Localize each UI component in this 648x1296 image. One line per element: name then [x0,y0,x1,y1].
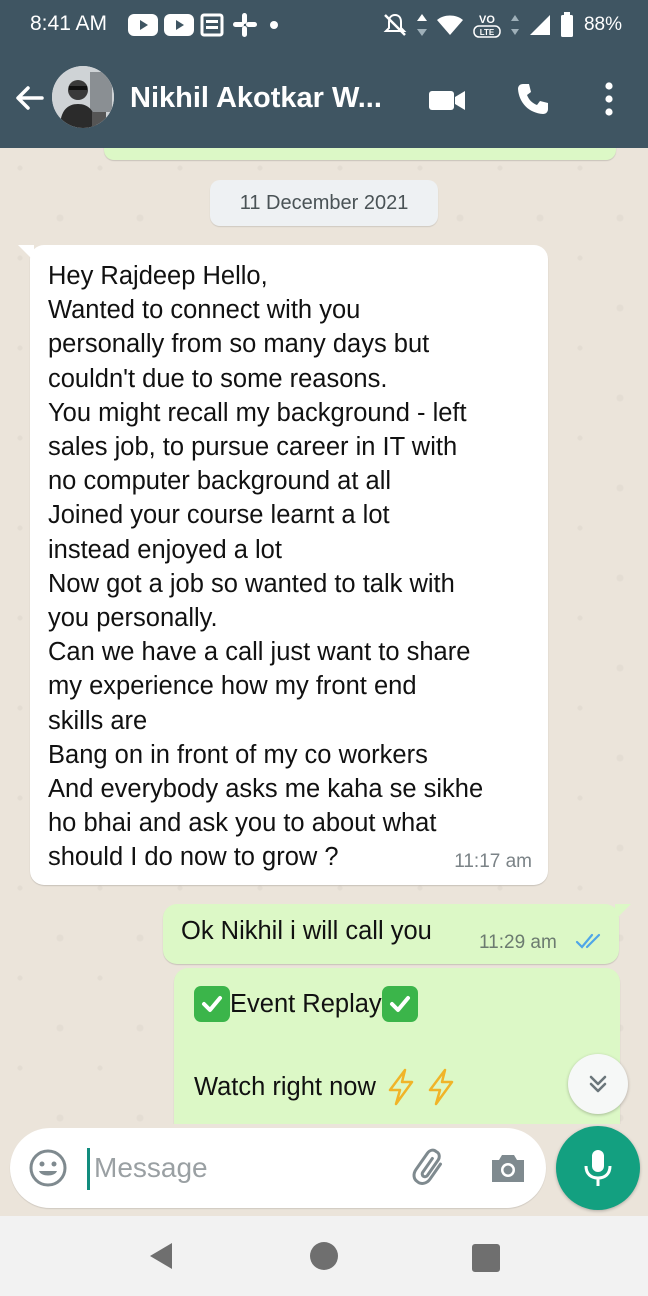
chat-app-bar: Nikhil Akotkar W... [0,58,648,142]
system-navigation-bar [0,1216,648,1296]
incoming-message-bubble[interactable]: Hey Rajdeep Hello, Wanted to connect wit… [18,245,548,885]
avatar-photo [52,66,114,128]
bubble-tail [18,245,34,261]
message-time: 11:29 am [479,932,557,953]
data-arrows-icon [510,15,519,35]
battery-icon [560,12,573,37]
message-input-pill[interactable] [10,1128,546,1208]
message-text: Ok Nikhil i will call you [181,917,432,945]
nav-home-icon[interactable] [310,1242,338,1270]
svg-text:LTE: LTE [480,28,495,37]
message-text: Hey Rajdeep Hello, Wanted to connect wit… [48,262,484,872]
wifi-icon [436,15,463,35]
signal-icon [529,15,550,35]
text-caret [87,1148,90,1190]
svg-text:VO: VO [479,14,495,26]
status-notification-icons [128,10,284,40]
status-system-icons: VO LTE 88% [382,10,622,40]
data-arrows-icon [416,14,427,36]
volte-icon: VO LTE [473,14,501,38]
message-composer [0,1124,648,1216]
scroll-to-bottom-button[interactable] [568,1054,628,1114]
status-bar: 8:41 AM VO LTE 88% [0,0,648,50]
chat-messages-area[interactable]: 11 December 2021 Hey Rajdeep Hello, Want… [0,148,648,1124]
mic-button[interactable] [556,1126,640,1210]
high-voltage-icon [388,1068,414,1106]
camera-icon[interactable] [488,1148,528,1188]
phone-icon[interactable] [514,80,552,118]
video-call-icon[interactable] [426,82,468,118]
more-vert-icon[interactable] [598,78,620,120]
back-arrow-icon[interactable] [12,80,48,116]
date-separator: 11 December 2021 [210,180,438,226]
news-icon [200,13,224,37]
check-mark-button-icon [381,986,418,1022]
top-bar: 8:41 AM VO LTE 88% Nikhil Akotkar W... [0,0,648,148]
attach-icon[interactable] [408,1146,452,1190]
mute-icon [383,13,407,36]
mic-icon [584,1150,612,1186]
nav-recents-icon[interactable] [472,1244,500,1272]
event-body: Watch right now [194,1072,376,1101]
event-title: Event Replay [230,989,382,1018]
slack-icon [233,13,257,37]
message-time: 11:17 am [454,851,532,872]
previous-message-bubble[interactable] [104,148,616,160]
contact-name[interactable]: Nikhil Akotkar W... [130,82,382,115]
double-chevron-down-icon [589,1075,607,1093]
youtube-icon [128,14,158,36]
status-time: 8:41 AM [30,12,108,35]
dot-icon [270,21,278,29]
event-body-line: Watch right now [194,1068,456,1106]
emoji-icon[interactable] [28,1148,68,1188]
outgoing-message-bubble[interactable]: Event Replay Watch right now [174,968,620,1124]
contact-avatar[interactable] [52,66,114,128]
nav-back-icon[interactable] [146,1240,178,1272]
bubble-tail [615,904,631,920]
battery-percentage: 88% [583,14,622,35]
youtube-icon [164,14,194,36]
outgoing-message-bubble[interactable]: Ok Nikhil i will call you 11:29 am [163,904,631,964]
message-input[interactable] [94,1144,394,1192]
high-voltage-icon [428,1068,454,1106]
read-ticks-icon [575,933,601,949]
event-title-line: Event Replay [194,986,418,1022]
check-mark-button-icon [194,986,230,1022]
